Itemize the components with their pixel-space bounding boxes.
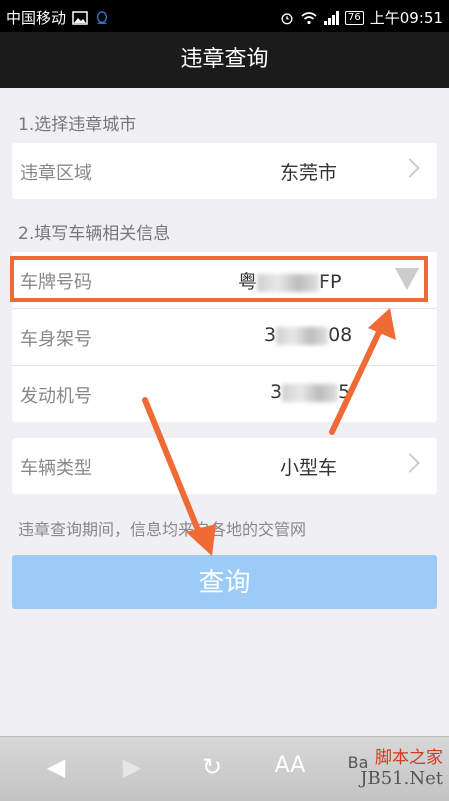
site-watermark: 脚本之家 JB51.Net xyxy=(360,743,443,789)
font-size-icon[interactable]: AA xyxy=(270,753,310,787)
annotation-arrows xyxy=(142,308,396,556)
refresh-icon[interactable]: ↻ xyxy=(192,753,232,787)
back-icon[interactable]: ◀ xyxy=(36,753,76,787)
forward-icon[interactable]: ▶ xyxy=(112,753,152,787)
bottom-toolbar: ◀ ▶ ↻ AA Ba 脚本之家 JB51.Net xyxy=(0,736,449,801)
watermark-line2: JB51.Net xyxy=(360,768,443,789)
arrowhead-up xyxy=(368,308,396,340)
watermark-line1: 脚本之家 xyxy=(375,748,443,768)
arrow-to-dropdown xyxy=(329,327,383,435)
arrow-to-button xyxy=(142,397,205,543)
arrowhead-down xyxy=(186,524,216,556)
